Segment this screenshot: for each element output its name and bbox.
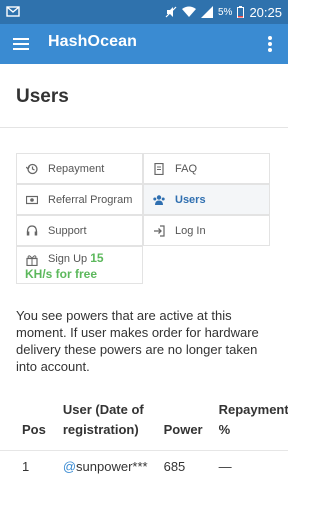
users-icon <box>153 195 165 205</box>
title-divider <box>0 127 288 128</box>
money-icon <box>26 195 38 205</box>
app-bar: HashOcean <box>0 24 288 64</box>
nav-item-support[interactable]: Support <box>16 215 143 246</box>
signal-icon <box>201 6 213 18</box>
signup-bonus-unit: KH/s for free <box>25 267 98 281</box>
at-sign: @ <box>62 459 77 474</box>
support-icon <box>26 225 38 236</box>
app-title: HashOcean <box>48 33 137 50</box>
nav-label-faq: FAQ <box>175 163 198 175</box>
cell-power: 685 <box>155 450 211 482</box>
header-user: User (Date of registration) <box>62 402 144 437</box>
cell-repayment: — <box>210 450 288 482</box>
history-icon <box>26 163 38 175</box>
nav-label-users: Users <box>175 194 206 206</box>
wifi-icon <box>182 6 196 17</box>
document-icon <box>154 163 164 175</box>
overflow-menu-icon[interactable] <box>264 34 276 54</box>
header-pos: Pos <box>22 422 46 437</box>
table-row: 1 @sunpower*** 685 — <box>0 450 288 482</box>
status-bar: 5% 20:25 <box>0 0 288 24</box>
nav-label-repayment: Repayment <box>48 163 105 175</box>
mute-icon <box>165 6 177 18</box>
nav-item-signup[interactable]: Sign Up 15 KH/s for free <box>16 246 143 284</box>
clock: 20:25 <box>249 4 282 20</box>
gift-icon <box>26 255 38 266</box>
nav-item-faq[interactable]: FAQ <box>143 153 270 184</box>
users-table: Pos User (Date of registration) Power Re… <box>0 396 288 482</box>
username: sunpower*** <box>76 459 148 474</box>
section-nav: Repayment FAQ Referral Program Users Sup… <box>16 153 270 284</box>
header-power: Power <box>163 422 203 437</box>
page-title: Users <box>16 86 69 107</box>
nav-item-repayment[interactable]: Repayment <box>16 153 143 184</box>
nav-label-login: Log In <box>175 225 206 237</box>
table-header-row: Pos User (Date of registration) Power Re… <box>0 396 288 451</box>
nav-label-referral: Referral Program <box>48 194 133 206</box>
header-repayment: Repayment % <box>218 402 288 437</box>
signup-text: Sign Up 15 <box>48 250 140 267</box>
login-icon <box>154 225 165 237</box>
info-paragraph: You see powers that are active at this m… <box>16 308 259 374</box>
nav-item-referral-program[interactable]: Referral Program <box>16 184 143 215</box>
battery-percent: 5% <box>218 6 233 18</box>
users-table-container[interactable]: Pos User (Date of registration) Power Re… <box>0 396 288 512</box>
nav-item-users[interactable]: Users <box>143 184 270 215</box>
cell-user: @sunpower*** <box>53 450 156 482</box>
mail-notification-icon <box>6 6 20 17</box>
signup-label: Sign Up <box>48 253 88 265</box>
signup-bonus-amount: 15 <box>90 251 104 265</box>
hamburger-menu-icon[interactable] <box>12 35 32 53</box>
nav-label-support: Support <box>48 225 87 237</box>
nav-item-login[interactable]: Log In <box>143 215 270 246</box>
cell-pos: 1 <box>0 450 54 482</box>
battery-icon <box>237 6 245 18</box>
